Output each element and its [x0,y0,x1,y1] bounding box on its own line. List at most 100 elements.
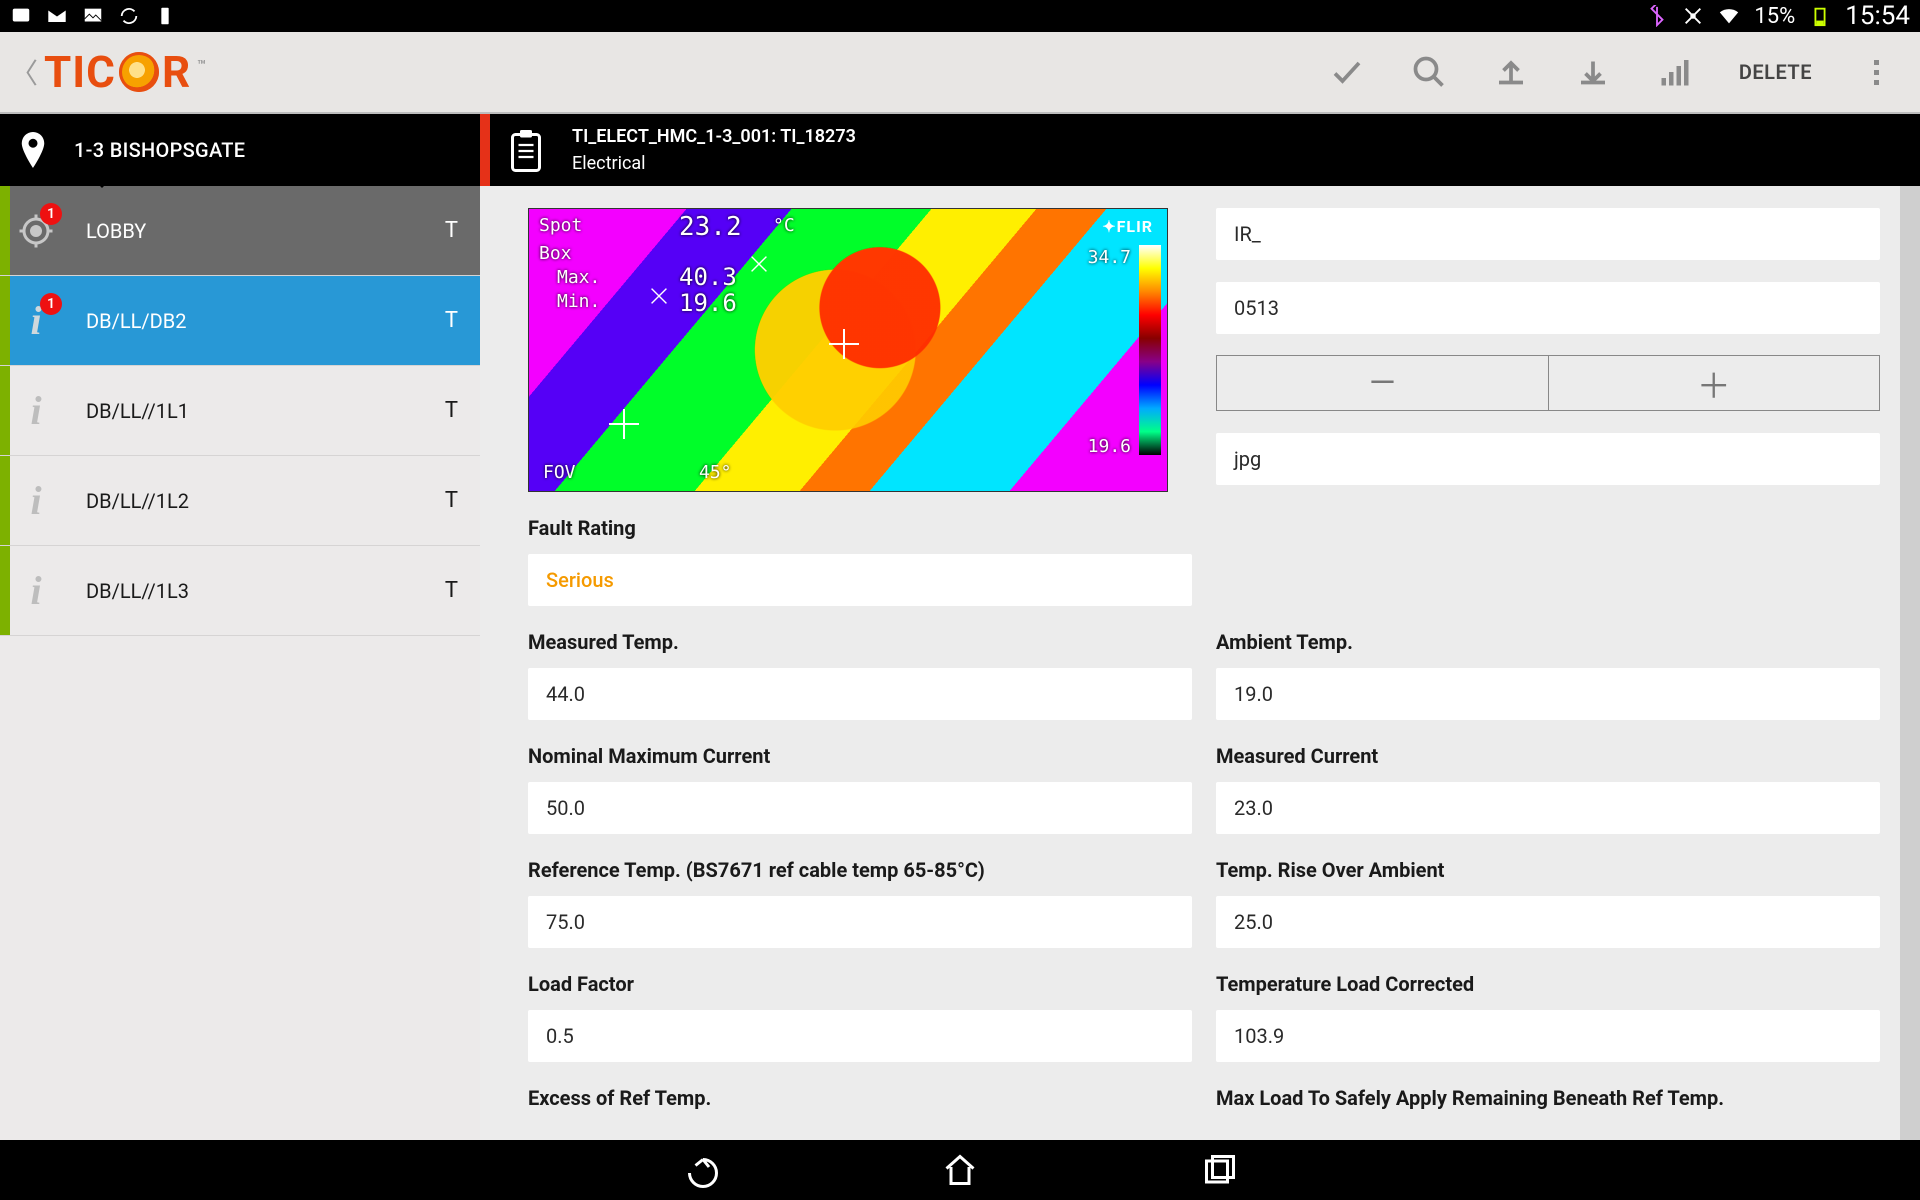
fault-rating-input[interactable]: Serious [528,554,1192,606]
file-prefix-value: IR_ [1234,222,1261,246]
upload-icon[interactable] [1493,54,1529,90]
brand-post: R [162,46,191,98]
load-factor-value: 0.5 [546,1024,574,1048]
brand-o-icon [119,52,159,92]
download-icon[interactable] [1575,54,1611,90]
fault-rating-label: Fault Rating [528,516,1192,540]
nav-recent-icon[interactable] [1200,1150,1240,1190]
nav-home-icon[interactable] [940,1150,980,1190]
target-icon: 1 [14,209,58,253]
form-area: Spot Box Max. Min. 23.2 °C 40.3 19.6 34.… [480,186,1920,1140]
sidebar-item-t: T [445,308,458,333]
file-number-input[interactable]: 0513 [1216,282,1880,334]
rise-over-ambient-input[interactable]: 25.0 [1216,896,1880,948]
clipboard-icon [508,130,544,170]
back-caret-icon[interactable]: 〈 [10,52,38,92]
stepper: — ＋ [1216,355,1880,411]
file-prefix-input[interactable]: IR_ [1216,208,1880,260]
overflow-menu-icon[interactable] [1858,54,1894,90]
status-bar-green [0,546,10,635]
status-bar-green [0,456,10,545]
delete-button[interactable]: DELETE [1739,60,1812,84]
sidebar-item-label: DB/LL//1L1 [86,399,189,423]
ambient-temp-label: Ambient Temp. [1216,630,1880,654]
sidebar: 1-3 BISHOPSGATE 1 LOBBY T i 1 DB/LL/DB2 … [0,114,480,1140]
image-icon [82,5,104,27]
signal-icon[interactable] [1657,54,1693,90]
app-toolbar: 〈 TIC R ™ DELETE [0,32,1920,114]
vibrate-icon [1682,5,1704,27]
file-ext-value: jpg [1234,447,1261,471]
sidebar-item-t: T [445,398,458,423]
file-number-value: 0513 [1234,296,1279,320]
status-bar-green [0,276,10,365]
sidebar-item-1l2[interactable]: i DB/LL//1L2 T [0,456,480,546]
android-status-bar: 15% 15:54 [0,0,1920,32]
sync-icon [118,5,140,27]
mail-icon [46,5,68,27]
sidebar-item-db2[interactable]: i 1 DB/LL/DB2 T [0,276,480,366]
brand-logo[interactable]: TIC R ™ [44,46,207,98]
thermal-scale-hi: 34.7 [1088,247,1131,268]
measured-temp-label: Measured Temp. [528,630,1192,654]
sidebar-item-t: T [445,578,458,603]
document-header: TI_ELECT_HMC_1-3_001: TI_18273 Electrica… [480,114,1920,186]
android-nav-bar [0,1140,1920,1200]
notification-icon [10,5,32,27]
crosshair-icon [829,329,859,359]
status-right: 15% 15:54 [1646,1,1910,31]
nav-back-icon[interactable] [680,1150,720,1190]
thermal-box-label: Box [539,243,572,264]
bluetooth-icon [1646,5,1668,27]
location-pin-icon [18,132,48,168]
reference-temp-input[interactable]: 75.0 [528,896,1192,948]
sidebar-item-lobby[interactable]: 1 LOBBY T [0,186,480,276]
battery-icon [1809,5,1831,27]
location-name: 1-3 BISHOPSGATE [74,138,245,162]
info-icon: i [14,389,58,433]
measured-temp-input[interactable]: 44.0 [528,668,1192,720]
reference-temp-value: 75.0 [546,910,585,934]
content: TI_ELECT_HMC_1-3_001: TI_18273 Electrica… [480,114,1920,1140]
measured-current-input[interactable]: 23.0 [1216,782,1880,834]
measured-current-label: Measured Current [1216,744,1880,768]
search-icon[interactable] [1411,54,1447,90]
nominal-max-current-input[interactable]: 50.0 [528,782,1192,834]
load-factor-input[interactable]: 0.5 [528,1010,1192,1062]
measured-current-value: 23.0 [1234,796,1273,820]
thermal-fov-val: 45° [699,462,732,483]
toolbar-actions: DELETE [1329,54,1910,90]
minus-button[interactable]: — [1217,356,1549,410]
file-ext-input[interactable]: jpg [1216,433,1880,485]
thermal-spot-label: Spot [539,215,582,236]
max-load-safe-label: Max Load To Safely Apply Remaining Benea… [1216,1086,1880,1110]
sidebar-item-label: DB/LL//1L3 [86,579,189,603]
main: 1-3 BISHOPSGATE 1 LOBBY T i 1 DB/LL/DB2 … [0,114,1920,1140]
excess-ref-temp-label: Excess of Ref Temp. [528,1086,1192,1110]
brand-pre: TIC [44,46,116,98]
ambient-temp-input[interactable]: 19.0 [1216,668,1880,720]
info-icon: i 1 [14,299,58,343]
thermal-spot-val: 23.2 [679,212,742,242]
wifi-icon [1718,5,1740,27]
temp-load-corrected-input[interactable]: 103.9 [1216,1010,1880,1062]
sidebar-item-t: T [445,488,458,513]
fault-rating-value: Serious [546,568,614,592]
sidebar-item-label: DB/LL/DB2 [86,309,186,333]
plus-button[interactable]: ＋ [1549,356,1880,410]
sidebar-item-1l3[interactable]: i DB/LL//1L3 T [0,546,480,636]
sidebar-item-t: T [445,218,458,243]
location-header[interactable]: 1-3 BISHOPSGATE [0,114,480,186]
thermal-unit: °C [773,215,795,236]
sidebar-item-label: LOBBY [86,219,146,243]
document-title: TI_ELECT_HMC_1-3_001: TI_18273 [572,126,856,147]
document-category: Electrical [572,153,856,174]
badge: 1 [40,293,62,315]
sidebar-item-label: DB/LL//1L2 [86,489,189,513]
info-icon: i [14,569,58,613]
nominal-max-current-value: 50.0 [546,796,585,820]
sidebar-item-1l1[interactable]: i DB/LL//1L1 T [0,366,480,456]
thermal-max-label: Max. [557,267,600,288]
confirm-icon[interactable] [1329,54,1365,90]
thermal-image[interactable]: Spot Box Max. Min. 23.2 °C 40.3 19.6 34.… [528,208,1168,492]
